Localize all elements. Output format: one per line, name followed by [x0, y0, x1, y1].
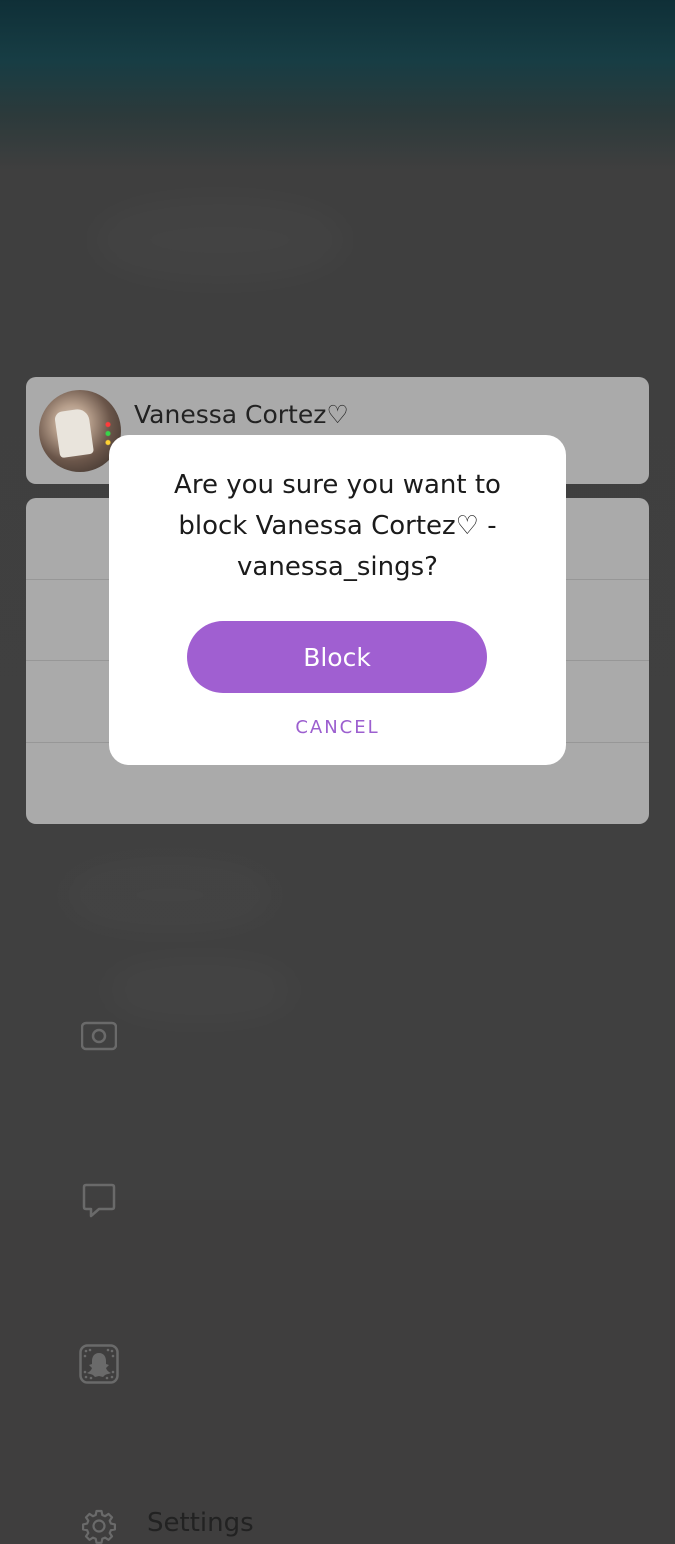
block-confirmation-dialog: Are you sure you want to block Vanessa C… [109, 435, 566, 765]
camera-icon [81, 1021, 117, 1051]
profile-name: Vanessa Cortez♡ [134, 400, 349, 429]
cancel-button[interactable]: CANCEL [109, 716, 566, 739]
background-blur [60, 860, 280, 930]
chat-icon [82, 1183, 116, 1218]
snapcode-icon [79, 1344, 119, 1384]
block-button[interactable]: Block [187, 621, 487, 693]
background-blur [90, 200, 350, 280]
menu-item-label-settings: Settings [147, 1508, 254, 1538]
gear-icon [82, 1509, 116, 1544]
background-blur [100, 960, 300, 1020]
dialog-message: Are you sure you want to block Vanessa C… [174, 470, 501, 582]
